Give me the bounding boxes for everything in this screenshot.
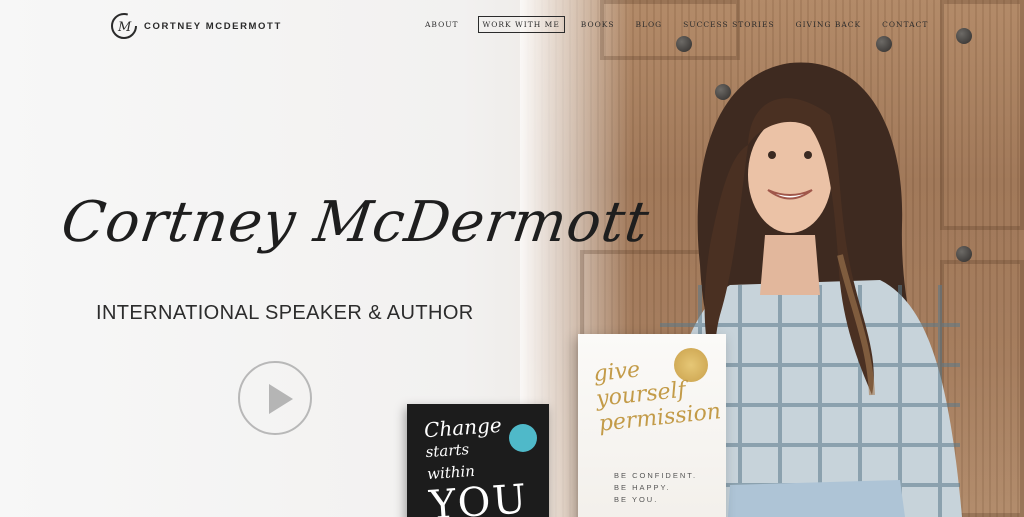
play-icon [269,384,293,414]
nav-item-about[interactable]: ABOUT [425,20,459,29]
nav-item-blog[interactable]: BLOG [636,20,663,29]
main-nav: ABOUT WORK WITH ME BOOKS BLOG SUCCESS ST… [425,16,949,33]
book-title: Change starts within YOU [423,413,530,517]
book-tagline: BE CONFIDENT. BE HAPPY. BE YOU. [614,470,697,506]
book-change-starts-within-you[interactable]: Change starts within YOU [407,404,549,517]
nav-item-work-with-me[interactable]: WORK WITH ME [477,16,565,33]
play-video-button[interactable] [238,361,312,435]
hero-section: M CORTNEY MCDERMOTT ABOUT WORK WITH ME B… [0,0,1024,517]
nav-item-success-stories[interactable]: SUCCESS STORIES [683,20,774,29]
logo-monogram-icon: M [111,13,137,39]
nav-item-giving-back[interactable]: GIVING BACK [796,20,862,29]
door-stud [876,36,892,52]
book-title: give yourself permission [592,350,722,436]
book-tagline-line: BE YOU. [614,495,659,504]
svg-text:M: M [117,20,132,35]
site-logo[interactable]: M CORTNEY MCDERMOTT [110,10,282,42]
door-stud [676,36,692,52]
book-give-yourself-permission[interactable]: give yourself permission BE CONFIDENT. B… [578,334,726,517]
book-tagline-line: BE CONFIDENT. [614,471,698,480]
hero-subtitle: INTERNATIONAL SPEAKER & AUTHOR [96,302,474,324]
nav-item-contact[interactable]: CONTACT [882,20,928,29]
nav-item-books[interactable]: BOOKS [581,20,615,29]
door-stud [956,28,972,44]
book-tagline-line: BE HAPPY. [614,483,671,492]
logo-text: CORTNEY MCDERMOTT [144,20,282,32]
book-badge-icon [509,424,537,452]
book-title-line: YOU [427,476,530,517]
hero-signature: Cortney McDermott [57,190,654,255]
